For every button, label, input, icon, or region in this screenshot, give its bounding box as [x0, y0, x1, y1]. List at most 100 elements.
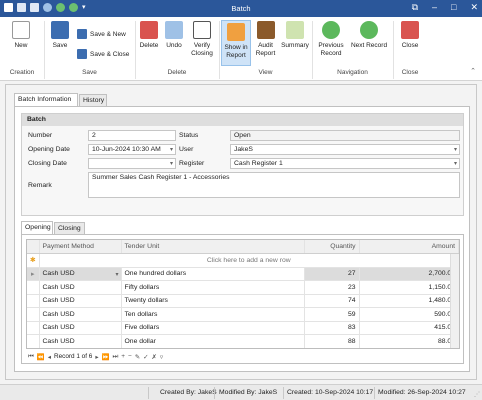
add-record-icon[interactable]: + [121, 353, 125, 360]
register-label: Register [179, 160, 205, 167]
next-record-button[interactable]: Next Record [348, 21, 390, 50]
last-record-icon[interactable]: ⏭ [113, 353, 119, 361]
save-close-icon [77, 49, 87, 59]
delete-button[interactable]: Delete [137, 21, 161, 50]
chevron-down-icon[interactable]: ▾ [115, 271, 118, 278]
prev-record-icon[interactable]: ◂ [48, 353, 51, 361]
quantity-cell[interactable]: 27 [304, 267, 360, 281]
next-record-icon[interactable]: ▸ [95, 353, 98, 361]
group-view: View [258, 69, 273, 76]
next-icon [360, 21, 378, 39]
record-counter: Record 1 of 6 [53, 353, 93, 360]
column-quantity[interactable]: Quantity [304, 240, 360, 254]
amount-cell: 2,700.00 [359, 267, 459, 281]
table-row[interactable]: Cash USD Twenty dollars 74 1,480.00 [27, 294, 459, 308]
quantity-cell[interactable]: 74 [304, 294, 360, 308]
payment-method-cell[interactable]: Cash USD [39, 294, 122, 308]
tab-batch-information[interactable]: Batch Information [14, 93, 78, 107]
group-close: Close [401, 69, 419, 76]
payment-method-cell[interactable]: Cash USD [39, 307, 122, 322]
new-button[interactable]: New [8, 21, 34, 50]
created-by-status: Created By: JakeS [160, 389, 217, 396]
chevron-down-icon[interactable]: ▾ [454, 146, 457, 153]
edit-record-icon[interactable]: ✎ [135, 353, 140, 361]
previous-record-button[interactable]: Previous Record [315, 21, 347, 58]
chevron-down-icon[interactable]: ▾ [170, 146, 173, 153]
save-new-button[interactable]: Save & New [77, 29, 126, 39]
remove-record-icon[interactable]: − [128, 353, 132, 360]
show-in-report-button[interactable]: Show in Report [221, 20, 251, 66]
column-payment-method[interactable]: Payment Method [39, 240, 122, 254]
number-field[interactable]: 2 [88, 130, 176, 141]
closing-date-label: Closing Date [28, 160, 67, 167]
column-tender-unit[interactable]: Tender Unit [121, 240, 305, 254]
prev-page-icon[interactable]: ⏪ [37, 353, 45, 361]
maximize-icon[interactable]: □ [451, 2, 456, 13]
tender-unit-cell[interactable]: One dollar [121, 334, 305, 348]
created-status: Created: 10-Sep-2024 10:17 [287, 389, 374, 396]
opening-date-field[interactable]: 10-Jun-2024 10:30 AM ▾ [88, 144, 176, 155]
remark-field[interactable]: Summer Sales Cash Register 1 - Accessori… [88, 172, 460, 198]
report-icon [227, 23, 245, 41]
table-row[interactable]: Cash USD Fifty dollars 23 1,150.00 [27, 280, 459, 295]
quantity-cell[interactable]: 59 [304, 307, 360, 322]
save-button[interactable]: Save [49, 21, 71, 50]
closing-date-field[interactable]: ▾ [88, 158, 176, 169]
title-bar: ▾ Batch ⧉ – □ ✕ [0, 0, 482, 17]
status-field: Open [230, 130, 460, 141]
collapse-ribbon-icon[interactable]: ⌃ [470, 67, 476, 75]
modified-status: Modified: 26-Sep-2024 10:27 [378, 389, 466, 396]
chevron-down-icon[interactable]: ▾ [454, 160, 457, 167]
first-record-icon[interactable]: ⏮ [28, 353, 34, 361]
filter-icon[interactable]: ▿ [160, 353, 163, 361]
payment-method-cell[interactable]: Cash USD [39, 321, 122, 335]
delete-icon [140, 21, 158, 39]
opening-date-label: Opening Date [28, 146, 70, 153]
amount-cell: 1,150.00 [359, 280, 459, 295]
verify-closing-button[interactable]: Verify Closing [186, 21, 218, 58]
tab-opening[interactable]: Opening [21, 221, 53, 235]
undo-icon [165, 21, 183, 39]
cancel-record-icon[interactable]: ✗ [151, 353, 156, 361]
tender-unit-cell[interactable]: Ten dollars [121, 307, 305, 322]
tender-unit-cell[interactable]: One hundred dollars [121, 267, 305, 281]
grid-vertical-scrollbar[interactable] [450, 254, 459, 348]
tender-unit-cell[interactable]: Fifty dollars [121, 280, 305, 295]
chevron-down-icon[interactable]: ▾ [170, 160, 173, 167]
summary-button[interactable]: Summary [280, 21, 310, 50]
remark-label: Remark [28, 182, 52, 189]
tender-unit-cell[interactable]: Twenty dollars [121, 294, 305, 308]
resize-grip-icon[interactable]: ⋰ [474, 391, 480, 398]
close-button[interactable]: Close [397, 21, 423, 50]
table-row[interactable]: Cash USD One dollar 88 88.00 [27, 334, 459, 348]
previous-icon [322, 21, 340, 39]
tender-grid: Payment Method Tender Unit Quantity Amou… [26, 239, 460, 349]
audit-report-button[interactable]: Audit Report [252, 21, 279, 58]
table-row[interactable]: Cash USD Five dollars 83 415.00 [27, 321, 459, 335]
register-field[interactable]: Cash Register 1 ▾ [230, 158, 460, 169]
new-document-icon [12, 21, 30, 39]
table-row[interactable]: ▸ Cash USD ▾ One hundred dollars 27 2,700… [27, 267, 459, 281]
new-row-prompt[interactable]: Click here to add a new row [39, 253, 459, 268]
payment-method-cell[interactable]: Cash USD [39, 280, 122, 295]
minimize-icon[interactable]: – [432, 2, 437, 13]
user-field[interactable]: JakeS ▾ [230, 144, 460, 155]
tender-unit-cell[interactable]: Five dollars [121, 321, 305, 335]
quantity-cell[interactable]: 88 [304, 334, 360, 348]
floppy-icon [51, 21, 69, 39]
payment-method-cell[interactable]: Cash USD ▾ [39, 267, 122, 281]
column-amount[interactable]: Amount [359, 240, 459, 254]
undo-button[interactable]: Undo [163, 21, 185, 50]
batch-group: Batch Number 2 Status Open Opening Date … [21, 113, 464, 216]
confirm-record-icon[interactable]: ✓ [143, 353, 148, 361]
main-content: Batch Information History Batch Number 2… [5, 84, 477, 380]
quantity-cell[interactable]: 23 [304, 280, 360, 295]
save-close-button[interactable]: Save & Close [77, 49, 129, 59]
next-page-icon[interactable]: ⏩ [102, 353, 110, 361]
restore-icon[interactable]: ⧉ [412, 2, 418, 13]
table-row[interactable]: Cash USD Ten dollars 59 590.00 [27, 307, 459, 322]
group-creation: Creation [9, 69, 35, 76]
close-icon[interactable]: ✕ [470, 2, 478, 13]
quantity-cell[interactable]: 83 [304, 321, 360, 335]
payment-method-cell[interactable]: Cash USD [39, 334, 122, 348]
